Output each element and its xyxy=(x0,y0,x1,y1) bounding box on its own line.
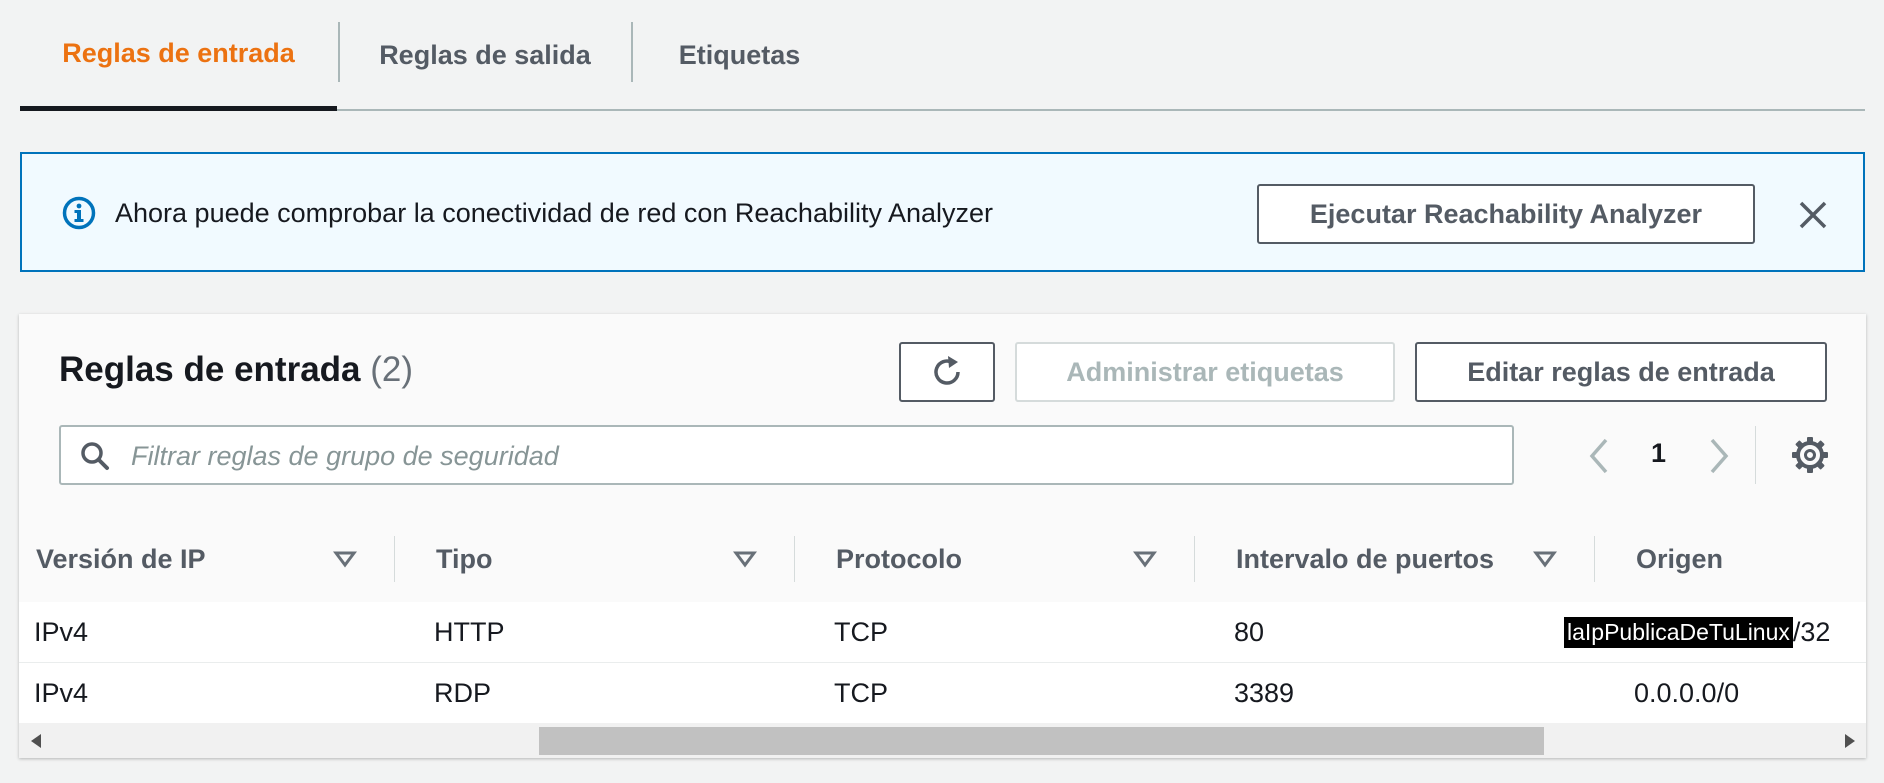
scroll-left-arrow-icon[interactable] xyxy=(29,733,43,749)
rule-count: (2) xyxy=(370,350,414,389)
cell-ip-version: IPv4 xyxy=(34,677,89,708)
column-header-port-range[interactable]: Intervalo de puertos xyxy=(1236,516,1494,602)
inbound-rules-panel: Reglas de entrada (2) Administrar etique… xyxy=(19,314,1866,758)
search-input[interactable] xyxy=(129,427,1503,485)
redacted-source-ip: laIpPublicaDeTuLinux xyxy=(1564,616,1793,648)
cell-type: RDP xyxy=(434,677,492,708)
refresh-button[interactable] xyxy=(899,342,995,402)
column-header-ip-version[interactable]: Versión de IP xyxy=(36,516,206,602)
chevron-right-icon[interactable] xyxy=(1704,434,1734,478)
sort-down-icon[interactable] xyxy=(733,549,757,569)
scroll-right-arrow-icon[interactable] xyxy=(1843,733,1857,749)
sort-down-icon[interactable] xyxy=(1533,549,1557,569)
manage-tags-button[interactable]: Administrar etiquetas xyxy=(1015,342,1395,402)
pager-divider xyxy=(1755,426,1756,484)
cell-source: laIpPublicaDeTuLinux /32 xyxy=(1564,602,1830,662)
current-page-number[interactable]: 1 xyxy=(1651,438,1666,469)
table-row[interactable]: IPv4 RDP TCP 3389 0.0.0.0/0 xyxy=(19,663,1866,724)
run-reachability-analyzer-button[interactable]: Ejecutar Reachability Analyzer xyxy=(1257,184,1755,244)
cell-source: 0.0.0.0/0 xyxy=(1634,677,1740,708)
cell-port-range: 3389 xyxy=(1234,677,1295,708)
cell-protocol: TCP xyxy=(834,616,888,647)
search-icon xyxy=(81,442,109,470)
scrollbar-thumb[interactable] xyxy=(539,727,1544,755)
cell-source-suffix: /32 xyxy=(1792,616,1831,647)
column-divider[interactable] xyxy=(394,536,395,582)
tab-inbound-rules[interactable]: Reglas de entrada xyxy=(20,0,337,111)
column-header-source[interactable]: Origen xyxy=(1636,516,1723,602)
table-row[interactable]: IPv4 HTTP TCP 80 laIpPublicaDeTuLinux /3… xyxy=(19,602,1866,663)
column-divider[interactable] xyxy=(794,536,795,582)
close-icon[interactable] xyxy=(1796,198,1830,232)
banner-message: Ahora puede comprobar la conectividad de… xyxy=(115,198,994,228)
search-box xyxy=(59,425,1514,485)
tab-tags[interactable]: Etiquetas xyxy=(633,0,846,111)
column-header-protocol[interactable]: Protocolo xyxy=(836,516,962,602)
refresh-icon xyxy=(934,356,960,385)
gear-icon[interactable] xyxy=(1790,435,1830,475)
panel-title: Reglas de entrada (2) xyxy=(59,350,413,390)
cell-port-range: 80 xyxy=(1234,616,1265,647)
info-banner: Ahora puede comprobar la conectividad de… xyxy=(20,152,1865,272)
column-divider[interactable] xyxy=(1594,536,1595,582)
panel-header: Reglas de entrada (2) Administrar etique… xyxy=(19,314,1866,517)
info-icon xyxy=(62,196,96,230)
sort-down-icon[interactable] xyxy=(333,549,357,569)
tab-bar: Reglas de entrada Reglas de salida Etiqu… xyxy=(20,0,1865,111)
column-divider[interactable] xyxy=(1194,536,1195,582)
tab-outbound-rules[interactable]: Reglas de salida xyxy=(340,0,630,111)
column-header-type[interactable]: Tipo xyxy=(436,516,493,602)
sort-down-icon[interactable] xyxy=(1133,549,1157,569)
cell-ip-version: IPv4 xyxy=(34,616,89,647)
edit-inbound-rules-button[interactable]: Editar reglas de entrada xyxy=(1415,342,1827,402)
panel-title-text: Reglas de entrada xyxy=(59,350,361,389)
cell-protocol: TCP xyxy=(834,677,888,708)
table-header: Versión de IP Tipo Protocolo Intervalo d… xyxy=(19,516,1866,603)
cell-type: HTTP xyxy=(434,616,505,647)
chevron-left-icon[interactable] xyxy=(1584,434,1614,478)
horizontal-scrollbar[interactable] xyxy=(19,723,1866,758)
